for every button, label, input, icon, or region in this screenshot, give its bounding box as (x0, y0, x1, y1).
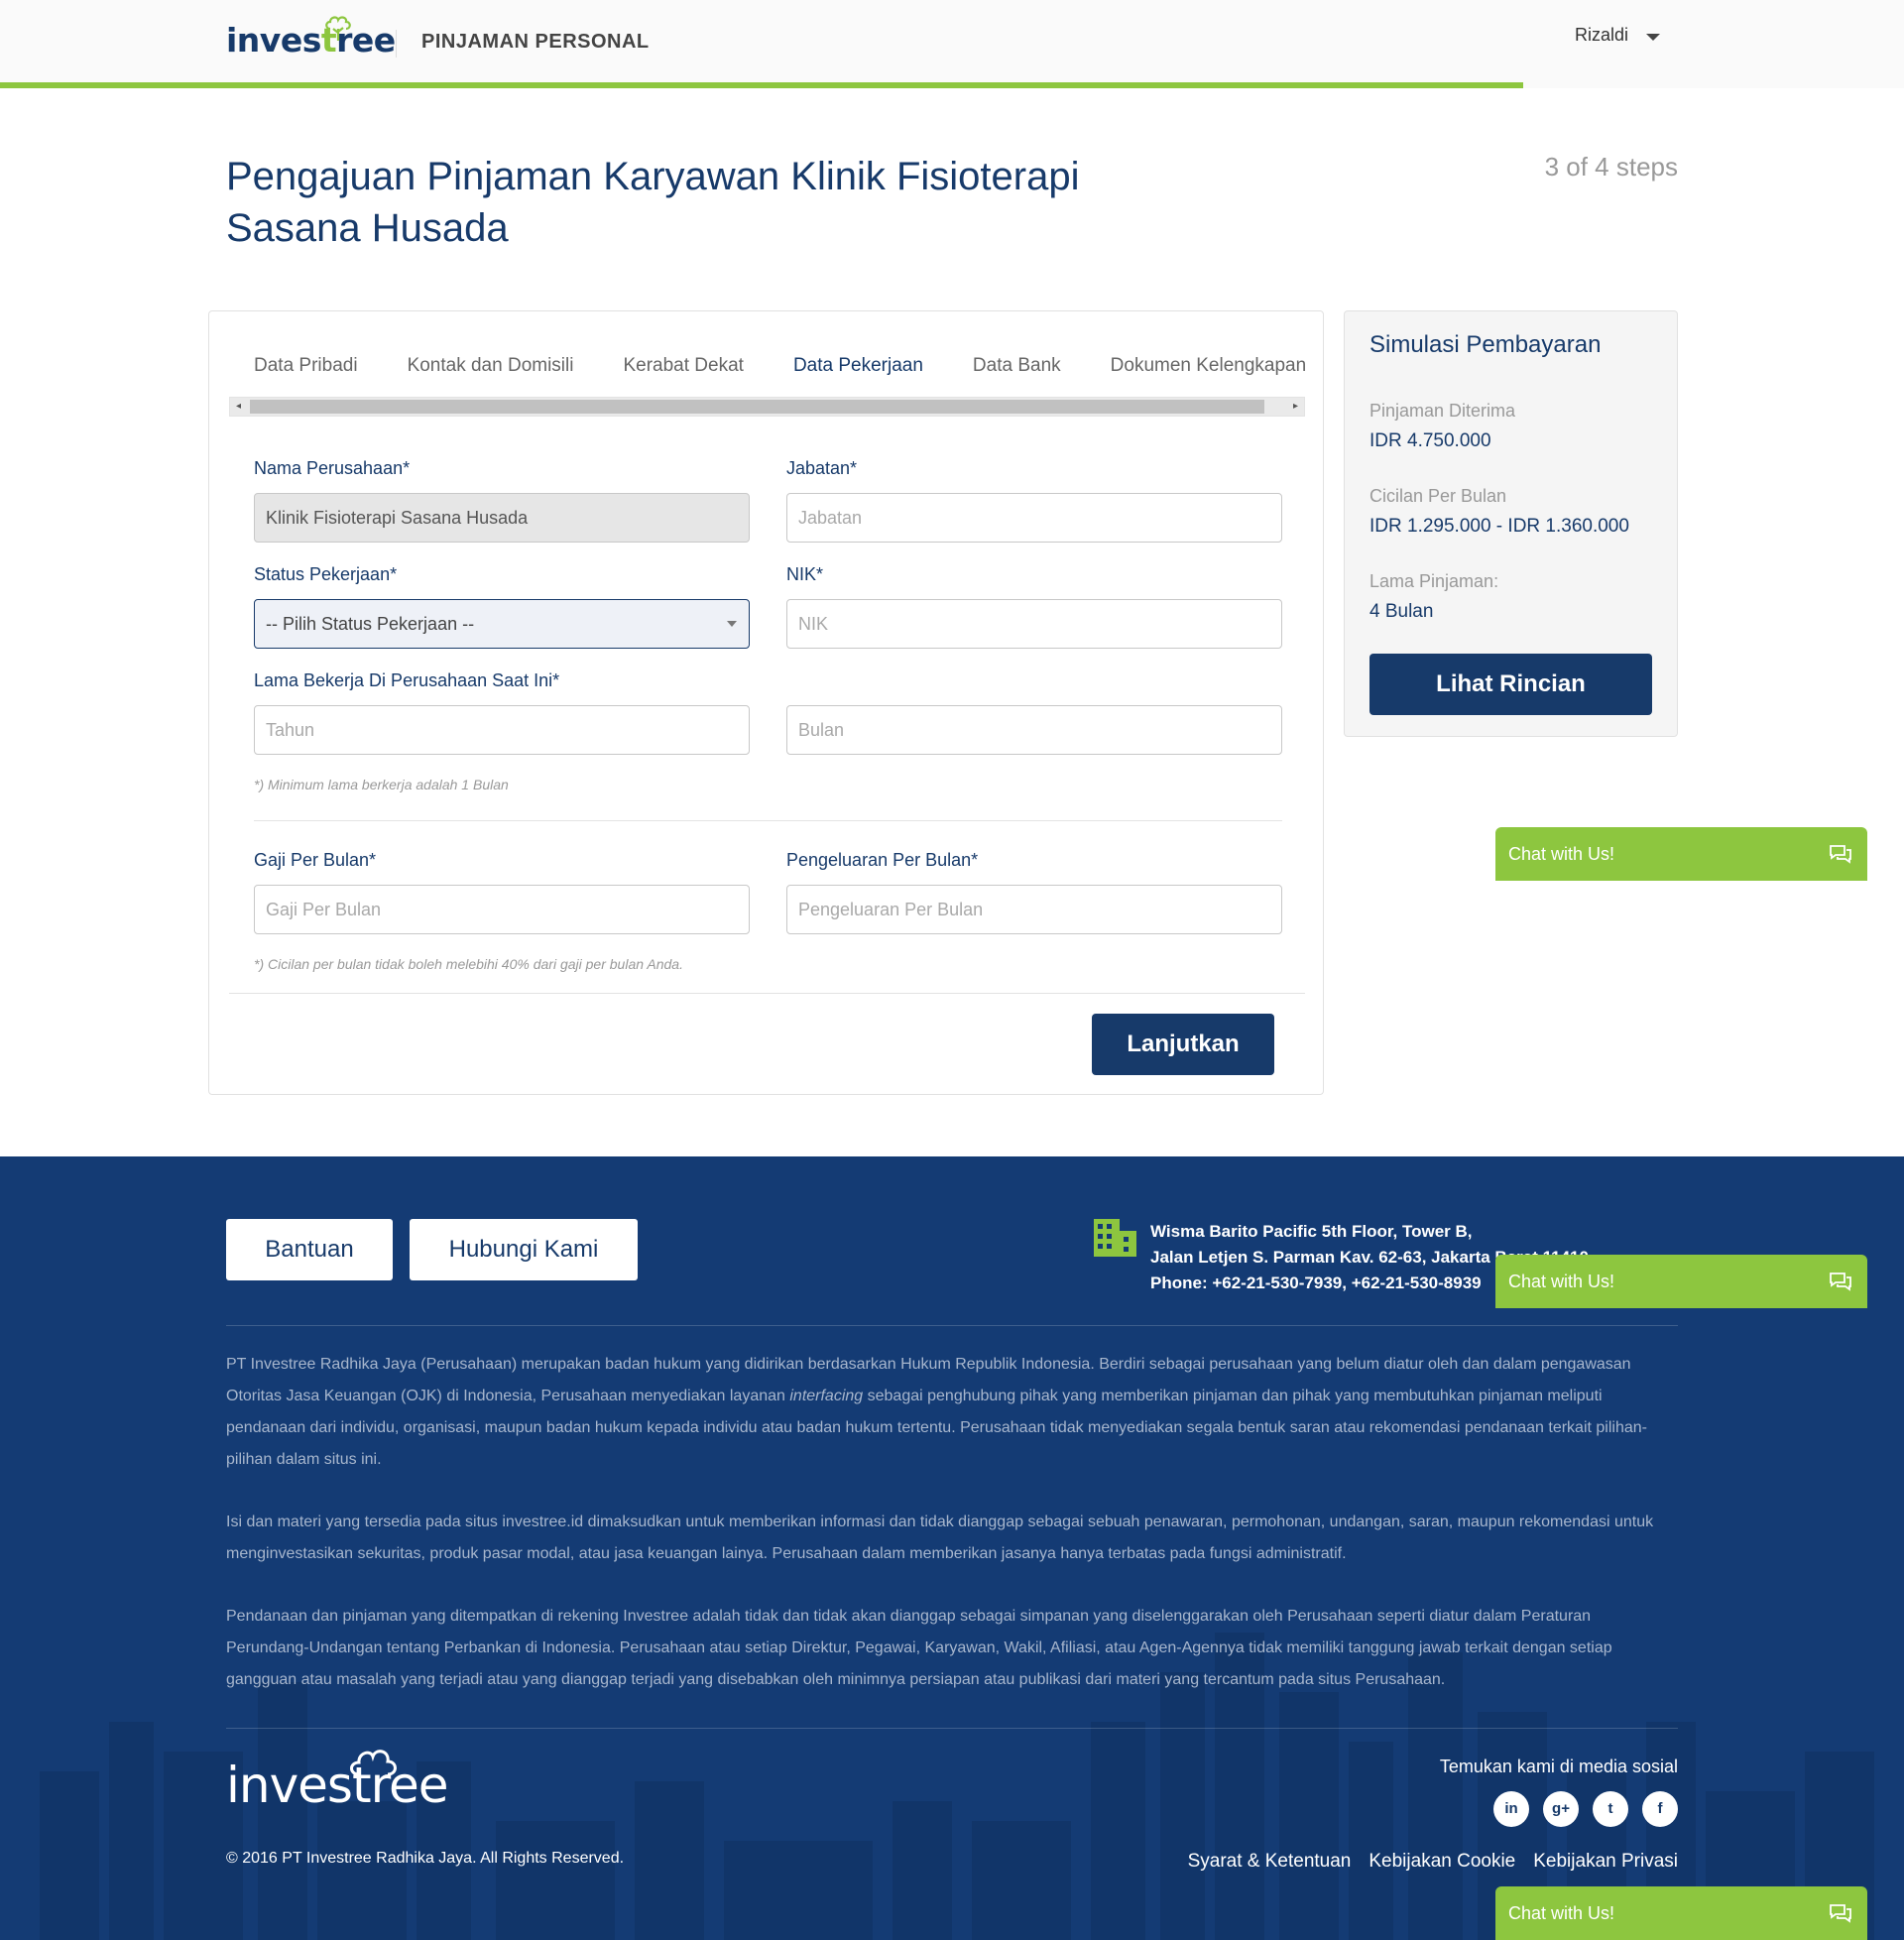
tenure-years-input[interactable]: Tahun (254, 705, 750, 755)
scrollbar-thumb[interactable] (250, 400, 1264, 414)
footer-tree-icon (350, 1750, 397, 1776)
contact-us-button[interactable]: Hubungi Kami (410, 1219, 638, 1280)
disclaimer-paragraph-1: PT Investree Radhika Jaya (Perusahaan) m… (226, 1349, 1678, 1476)
header-divider (396, 30, 397, 58)
continue-button[interactable]: Lanjutkan (1092, 1014, 1274, 1075)
employment-form-card: Data Pribadi Kontak dan Domisili Kerabat… (208, 310, 1324, 1095)
disclaimer-paragraph-3: Pendanaan dan pinjaman yang ditempatkan … (226, 1608, 1612, 1688)
linkedin-icon[interactable]: in (1493, 1791, 1529, 1827)
step-progress-fill (0, 82, 1523, 88)
loan-value: IDR 4.750.000 (1369, 430, 1491, 451)
footer-logo[interactable]: investree (226, 1750, 449, 1814)
section-divider (254, 820, 1282, 821)
building-icon (1094, 1219, 1136, 1257)
salary-placeholder: Gaji Per Bulan (266, 900, 382, 919)
facebook-icon[interactable]: f (1642, 1791, 1678, 1827)
tenure-hint: *) Minimum lama berkerja adalah 1 Bulan (254, 777, 509, 792)
status-label: Status Pekerjaan* (254, 564, 398, 584)
tree-icon (325, 16, 351, 41)
nik-placeholder: NIK (798, 614, 829, 634)
product-name: PINJAMAN PERSONAL (421, 31, 650, 53)
company-field: Klinik Fisioterapi Sasana Husada (254, 493, 750, 543)
investree-logo[interactable]: investree (226, 16, 396, 61)
social-label: Temukan kami di media sosial (1439, 1757, 1678, 1776)
chevron-down-icon (1646, 34, 1661, 41)
chat-label: Chat with Us! (1508, 1903, 1615, 1923)
nik-label: NIK* (786, 564, 824, 584)
user-menu[interactable]: Rizaldi (1575, 25, 1661, 46)
view-details-button[interactable]: Lihat Rincian (1369, 654, 1652, 715)
chat-bubble-icon (1830, 845, 1851, 864)
twitter-icon[interactable]: t (1593, 1791, 1628, 1827)
social-links: in g+ t f (1493, 1791, 1678, 1827)
logo-text: investree (226, 21, 396, 60)
scroll-right-icon[interactable]: ▸ (1293, 401, 1298, 412)
installment-label: Cicilan Per Bulan (1369, 486, 1507, 506)
salary-input[interactable]: Gaji Per Bulan (254, 885, 750, 934)
company-label: Nama Perusahaan* (254, 458, 411, 478)
chat-label: Chat with Us! (1508, 844, 1615, 864)
copyright: © 2016 PT Investree Radhika Jaya. All Ri… (226, 1850, 625, 1867)
loan-label: Pinjaman Diterima (1369, 401, 1516, 421)
step-progress-bar (0, 82, 1904, 88)
address-line1: Wisma Barito Pacific 5th Floor, Tower B, (1150, 1222, 1473, 1241)
position-label: Jabatan* (786, 458, 858, 478)
nik-input[interactable]: NIK (786, 599, 1282, 649)
expense-input[interactable]: Pengeluaran Per Bulan (786, 885, 1282, 934)
tenure-months-input[interactable]: Bulan (786, 705, 1282, 755)
google-plus-icon[interactable]: g+ (1543, 1791, 1579, 1827)
status-select[interactable]: -- Pilih Status Pekerjaan -- (254, 599, 750, 649)
page-title-line2: Sasana Husada (226, 206, 509, 250)
disclaimer-paragraph-2: Isi dan materi yang tersedia pada situs … (226, 1514, 1654, 1562)
duration-label: Lama Pinjaman: (1369, 571, 1499, 591)
salary-hint: *) Cicilan per bulan tidak boleh melebih… (254, 956, 683, 972)
expense-label: Pengeluaran Per Bulan* (786, 850, 979, 870)
position-input[interactable]: Jabatan (786, 493, 1282, 543)
footer-divider-bottom (226, 1728, 1678, 1729)
city-skyline-image (40, 1633, 1874, 1940)
top-header: investree PINJAMAN PERSONAL Rizaldi (0, 0, 1904, 82)
help-button[interactable]: Bantuan (226, 1219, 393, 1280)
expense-placeholder: Pengeluaran Per Bulan (798, 900, 984, 919)
page-title-line1: Pengajuan Pinjaman Karyawan Klinik Fisio… (226, 155, 1080, 198)
page-title: Pengajuan Pinjaman Karyawan Klinik Fisio… (226, 151, 1119, 254)
years-placeholder: Tahun (266, 720, 315, 740)
chat-bubble-icon (1830, 1904, 1851, 1923)
simulation-title: Simulasi Pembayaran (1369, 331, 1602, 358)
status-select-value: -- Pilih Status Pekerjaan -- (266, 614, 475, 634)
footer-divider-top (226, 1325, 1678, 1326)
user-name: Rizaldi (1575, 25, 1629, 45)
form-footer-divider (229, 993, 1305, 994)
cookie-policy-link[interactable]: Kebijakan Cookie (1368, 1851, 1515, 1873)
dropdown-arrow-icon (727, 621, 737, 627)
disclaimer-1-emphasis: interfacing (789, 1388, 864, 1404)
legal-links: Syarat & Ketentuan Kebijakan Cookie Kebi… (1188, 1851, 1678, 1873)
months-placeholder: Bulan (798, 720, 845, 740)
step-counter: 3 of 4 steps (1544, 152, 1678, 182)
tenure-label: Lama Bekerja Di Perusahaan Saat Ini* (254, 670, 560, 690)
privacy-policy-link[interactable]: Kebijakan Privasi (1533, 1851, 1678, 1873)
terms-link[interactable]: Syarat & Ketentuan (1188, 1851, 1352, 1873)
scroll-left-icon[interactable]: ◂ (236, 401, 241, 412)
chat-widget[interactable]: Chat with Us! (1495, 827, 1867, 881)
payment-simulation-card: Simulasi Pembayaran Pinjaman Diterima ID… (1344, 310, 1678, 737)
chat-label: Chat with Us! (1508, 1272, 1615, 1291)
tabs-scrollbar[interactable]: ◂ ▸ (229, 397, 1305, 417)
position-placeholder: Jabatan (798, 508, 863, 528)
duration-value: 4 Bulan (1369, 601, 1434, 622)
chat-widget[interactable]: Chat with Us! (1495, 1886, 1867, 1940)
salary-label: Gaji Per Bulan* (254, 850, 377, 870)
footer-logo-text: investree (226, 1757, 449, 1814)
chat-widget[interactable]: Chat with Us! (1495, 1255, 1867, 1308)
installment-value: IDR 1.295.000 - IDR 1.360.000 (1369, 516, 1629, 537)
chat-bubble-icon (1830, 1273, 1851, 1291)
